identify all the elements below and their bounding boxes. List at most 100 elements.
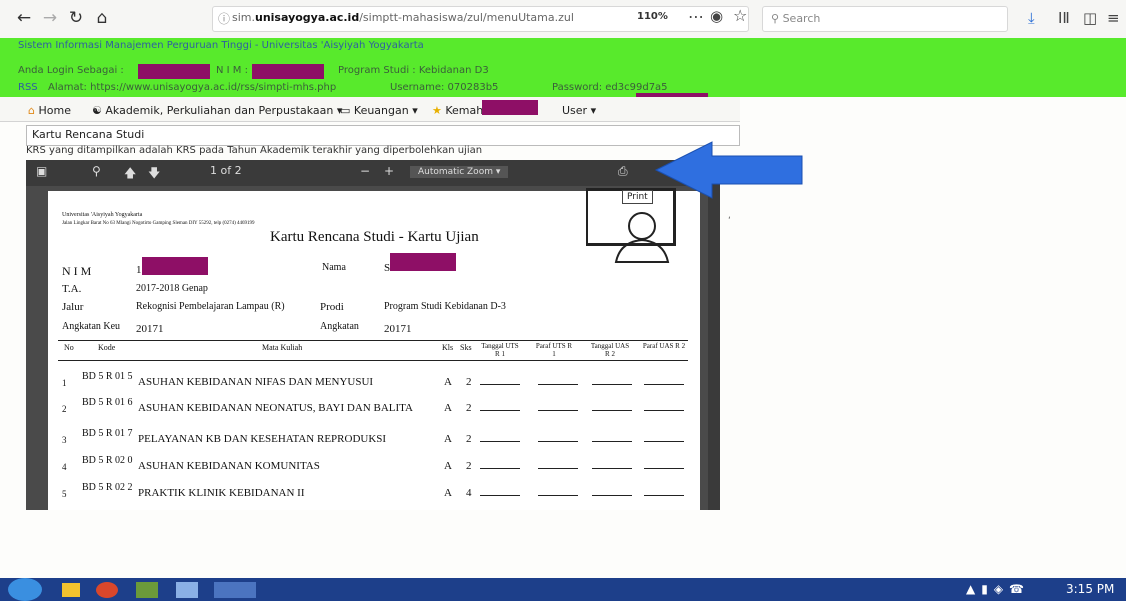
doc-angkatan-value: 20171 (384, 323, 412, 335)
home-icon[interactable]: ⌂ (92, 8, 112, 28)
redaction-box (390, 253, 456, 271)
browser-taskbar-icon[interactable] (96, 582, 118, 598)
app-taskbar-icon[interactable] (214, 582, 256, 598)
doc-nama-label: Nama (322, 262, 346, 273)
print-tooltip: Print (622, 190, 653, 204)
course-sks: 2 (466, 402, 472, 414)
signature-line (592, 468, 632, 469)
signature-line (538, 410, 578, 411)
col-mata-kuliah: Mata Kuliah (262, 343, 303, 352)
doc-jalur-label: Jalur (62, 301, 84, 313)
krs-note: KRS yang ditampilkan adalah KRS pada Tah… (26, 145, 483, 156)
signature-line (644, 410, 684, 411)
menu-home[interactable]: ⌂ Home (28, 104, 71, 117)
section-title: Kartu Rencana Studi (32, 128, 145, 141)
find-icon[interactable]: ⚲ (92, 164, 101, 178)
reload-icon[interactable]: ↻ (66, 8, 86, 28)
course-name: ASUHAN KEBIDANAN NEONATUS, BAYI DAN BALI… (138, 402, 413, 414)
col-paraf-uas: Paraf UAS R 2 (642, 342, 686, 350)
course-name: PRAKTIK KLINIK KEBIDANAN II (138, 487, 305, 499)
table-rule (58, 360, 688, 361)
pocket-icon[interactable]: ◉ (710, 7, 723, 25)
pdf-scrollbar[interactable] (708, 186, 720, 510)
course-name: ASUHAN KEBIDANAN KOMUNITAS (138, 460, 320, 472)
course-sks: 2 (466, 376, 472, 388)
menu-finance[interactable]: ▭ Keuangan ▾ (340, 104, 418, 117)
course-class: A (444, 487, 452, 499)
course-name: ASUHAN KEBIDANAN NIFAS DAN MENYUSUI (138, 376, 374, 388)
doc-angkatan-keu-value: 20171 (136, 323, 164, 335)
redaction-box (482, 100, 538, 115)
scroll-mark: ‘ (728, 216, 731, 226)
doc-prodi-label: Prodi (320, 301, 344, 313)
signature-line (592, 441, 632, 442)
explorer-taskbar-icon[interactable] (62, 583, 80, 597)
signature-line (592, 410, 632, 411)
signature-line (538, 468, 578, 469)
doc-jalur-value: Rekognisi Pembelajaran Lampau (R) (136, 301, 285, 312)
menu-user[interactable]: User ▾ (562, 104, 596, 117)
course-code: BD 5 R 02 2 (82, 482, 133, 493)
course-no: 4 (62, 462, 67, 472)
col-kls: Kls (442, 343, 454, 352)
login-label: Anda Login Sebagai : (18, 65, 124, 76)
doc-angkatan-keu-label: Angkatan Keu (62, 321, 121, 332)
print-icon[interactable]: ⎙ (618, 164, 628, 179)
site-info-icon[interactable]: ⓘ (218, 10, 230, 27)
clock[interactable]: 3:15 PM (1066, 582, 1114, 596)
doc-address: Jalan Lingkar Barat No 63 Mlangi Nogotir… (62, 221, 255, 226)
app-taskbar-icon[interactable] (136, 582, 158, 598)
menu-academic[interactable]: ☯ Akademik, Perkuliahan dan Perpustakaan… (92, 104, 342, 117)
course-class: A (444, 433, 452, 445)
home-icon: ⌂ (28, 104, 35, 117)
annotation-arrow (654, 141, 803, 199)
library-icon[interactable]: ⅠⅡ (1058, 9, 1070, 27)
search-input[interactable]: ⚲ Search (762, 6, 1008, 32)
taskbar (0, 578, 1126, 601)
back-icon[interactable]: ← (14, 8, 34, 28)
password-text: Password: ed3c99d7a5 (552, 82, 668, 93)
course-no: 5 (62, 489, 67, 499)
page-indicator[interactable]: 1 of 2 (210, 164, 242, 177)
rss-link[interactable]: RSS (18, 82, 38, 93)
bookmark-star-icon[interactable]: ☆ (733, 6, 747, 25)
app-taskbar-icon[interactable] (176, 582, 198, 598)
table-rule (58, 340, 688, 341)
course-sks: 4 (466, 487, 472, 499)
zoom-select[interactable]: Automatic Zoom ▾ (410, 166, 509, 178)
prev-page-icon[interactable]: 🡅 (124, 164, 136, 185)
col-tgl-uas: Tanggal UAS R 2 (590, 342, 630, 358)
redaction-box (252, 64, 324, 79)
nim-label: N I M : (216, 65, 248, 76)
sidebar-toggle-icon[interactable]: ▣ (36, 164, 47, 178)
tray-icons[interactable]: ▲▮◈☎ (966, 582, 1030, 596)
course-no: 1 (62, 378, 67, 388)
doc-title: Kartu Rencana Studi - Kartu Ujian (270, 229, 479, 245)
col-sks: Sks (460, 343, 472, 352)
page-actions-icon[interactable]: ⋯ (688, 7, 704, 26)
signature-line (480, 410, 520, 411)
zoom-out-icon[interactable]: − (360, 164, 370, 178)
course-code: BD 5 R 01 7 (82, 428, 133, 439)
course-sks: 2 (466, 433, 472, 445)
course-class: A (444, 376, 452, 388)
next-page-icon[interactable]: 🡇 (148, 164, 160, 185)
course-name: PELAYANAN KB DAN KESEHATAN REPRODUKSI (138, 433, 387, 445)
course-no: 2 (62, 404, 67, 414)
course-class: A (444, 460, 452, 472)
zoom-level[interactable]: 110% (637, 11, 668, 22)
downloads-icon[interactable]: ⤓ (1028, 9, 1035, 27)
academic-icon: ☯ (92, 104, 102, 117)
zoom-in-icon[interactable]: + (384, 164, 394, 178)
menu-icon[interactable]: ≡ (1107, 9, 1120, 27)
start-button[interactable] (8, 578, 42, 601)
sidebar-icon[interactable]: ◫ (1083, 9, 1097, 27)
col-no: No (64, 343, 74, 352)
signature-line (644, 441, 684, 442)
signature-line (538, 384, 578, 385)
course-no: 3 (62, 435, 67, 445)
finance-icon: ▭ (340, 104, 351, 117)
forward-icon[interactable]: → (40, 8, 60, 28)
prodi-text: Program Studi : Kebidanan D3 (338, 65, 489, 76)
signature-line (644, 384, 684, 385)
